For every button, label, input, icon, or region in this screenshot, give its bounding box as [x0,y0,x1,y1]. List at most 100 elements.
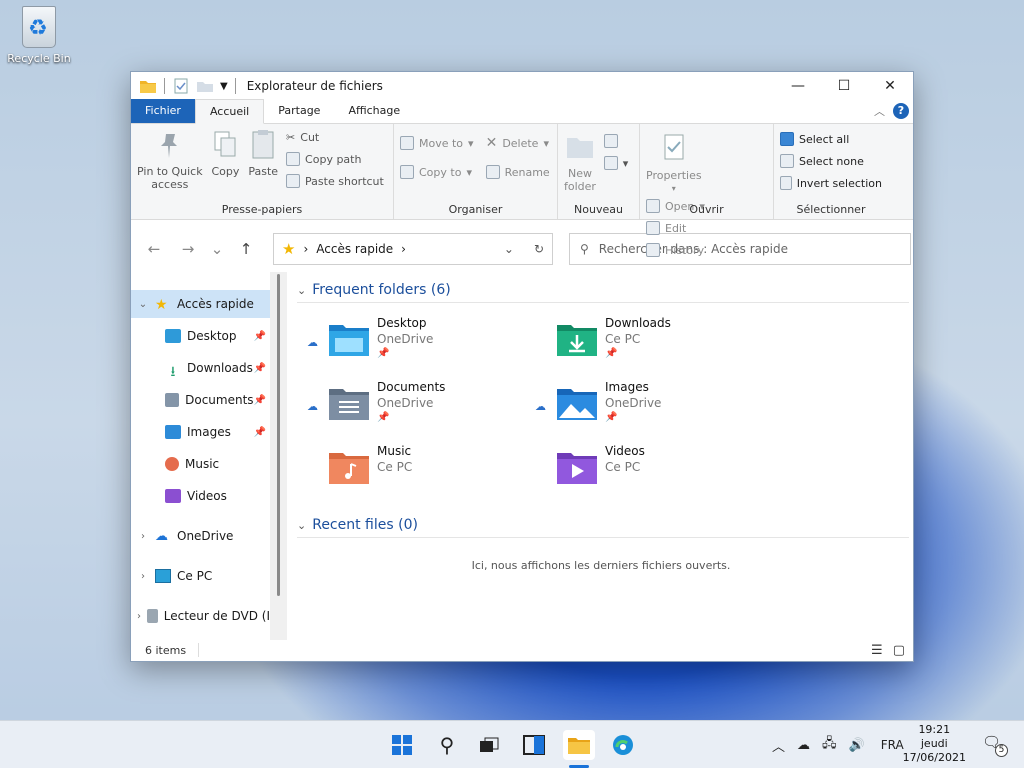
navigation-pane-scrollbar[interactable] [270,272,287,640]
history-label: History [665,243,705,257]
expand-chevron-icon[interactable]: › [131,611,147,622]
expand-chevron-icon[interactable]: › [131,531,155,542]
help-icon[interactable]: ? [893,103,909,119]
rename-button[interactable]: Rename [485,161,550,183]
cut-button[interactable]: ✂ Cut [286,126,384,148]
expand-chevron-icon[interactable]: › [131,571,155,582]
ribbon-tabs: Fichier Accueil Partage Affichage ︿ ? [131,99,913,124]
widgets-button[interactable] [518,730,550,760]
folder-images[interactable]: ☁ Images OneDrive 📌 [535,380,765,438]
folder-icon [568,738,590,754]
back-button[interactable]: ← [139,240,169,258]
breadcrumb[interactable]: Accès rapide [316,242,393,256]
tab-partage[interactable]: Partage [264,99,334,123]
maximize-button[interactable]: ☐ [821,72,867,100]
recent-locations-button[interactable]: ⌄ [207,240,227,258]
customize-quick-access-chevron-icon[interactable]: ▼ [220,81,228,92]
sidebar-item-desktop[interactable]: Desktop 📌 [131,322,270,350]
star-icon: ★ [282,240,296,258]
properties-quick-icon[interactable] [172,78,190,94]
easy-access-button[interactable]: ▾ [603,152,628,174]
copy-path-button[interactable]: Copy path [286,148,384,170]
sidebar-item-this-pc[interactable]: › Ce PC [131,562,270,590]
group-select: Select all Select none Invert selection … [774,124,888,219]
collapse-ribbon-icon[interactable]: ︿ [874,103,885,119]
move-to-button[interactable]: Move to ▾ [400,132,474,154]
breadcrumb-next-chevron-icon[interactable]: › [401,242,406,256]
history-icon [646,243,660,257]
select-none-button[interactable]: Select none [780,150,882,172]
collapse-chevron-icon[interactable]: ⌄ [297,519,306,532]
properties-button[interactable]: Properties ▾ [646,132,702,195]
recycle-bin[interactable]: Recycle Bin [4,6,74,65]
new-folder-button[interactable]: New folder [564,130,596,193]
sidebar-item-videos[interactable]: Videos [131,482,270,510]
search-taskbar-button[interactable]: ⚲ [431,730,463,760]
file-explorer-taskbar-button[interactable] [563,730,595,760]
network-icon[interactable]: 🖧 [822,734,837,756]
ribbon: Pin to Quick access Copy Paste ✂ Cut Copy… [131,124,913,257]
large-icons-view-icon[interactable]: ▢ [893,643,905,658]
invert-selection-button[interactable]: Invert selection [780,172,882,194]
folder-music[interactable]: Music Ce PC [307,444,537,502]
windows-logo-icon [392,735,412,755]
folder-videos[interactable]: Videos Ce PC [535,444,765,502]
frequent-folders-header[interactable]: ⌄ Frequent folders (6) [297,282,909,303]
volume-icon[interactable]: 🔊 [849,738,865,753]
edit-button[interactable]: Edit [646,217,705,239]
start-button[interactable] [386,730,418,760]
copy-to-button[interactable]: Copy to ▾ [400,161,474,183]
pin-to-quick-access-button[interactable]: Pin to Quick access [137,128,203,191]
language-indicator[interactable]: FRA [881,738,904,752]
sidebar-item-onedrive[interactable]: › ☁ OneDrive [131,522,270,550]
paste-shortcut-icon [286,174,301,188]
minimize-button[interactable]: — [775,72,821,100]
show-hidden-icons-chevron-icon[interactable]: ︿ [772,736,785,755]
sidebar-item-documents[interactable]: Documents 📌 [131,386,270,414]
select-all-button[interactable]: Select all [780,128,882,150]
folder-name: Desktop [377,316,427,330]
folder-documents[interactable]: ☁ Documents OneDrive 📌 [307,380,537,438]
group-open: Properties ▾ Open ▾ Edit History Ouvrir [640,124,774,257]
paste-shortcut-button[interactable]: Paste shortcut [286,170,384,192]
tab-accueil[interactable]: Accueil [194,99,265,124]
new-folder-quick-icon[interactable] [196,78,214,94]
forward-button[interactable]: → [173,240,203,258]
sidebar-item-music[interactable]: Music [131,450,270,478]
move-to-label: Move to [419,136,464,150]
search-box[interactable]: ⚲ Rechercher dans : Accès rapide [569,233,911,265]
clock[interactable]: 19:21 jeudi 17/06/2021 [903,723,966,765]
collapse-chevron-icon[interactable]: ⌄ [297,284,306,297]
sidebar-item-downloads[interactable]: ⭳ Downloads 📌 [131,354,270,382]
paste-button[interactable]: Paste [248,128,278,178]
refresh-icon[interactable]: ↻ [534,242,544,256]
task-view-button[interactable] [473,730,505,760]
delete-button[interactable]: ✕ Delete ▾ [486,132,550,154]
details-view-icon[interactable]: ☰ [871,643,883,658]
folder-desktop[interactable]: ☁ Desktop OneDrive 📌 [307,316,537,374]
clock-time: 19:21 [918,723,951,736]
properties-label: Properties [646,169,702,182]
tab-fichier[interactable]: Fichier [131,99,195,123]
close-button[interactable]: ✕ [867,72,913,100]
copy-button[interactable]: Copy [210,128,240,178]
edge-taskbar-button[interactable] [607,730,639,760]
recycle-bin-icon [22,6,56,48]
history-button[interactable]: History [646,239,705,261]
expand-chevron-icon[interactable]: ⌄ [131,299,155,310]
onedrive-tray-icon[interactable]: ☁ [797,738,810,753]
new-item-button[interactable] [603,130,629,152]
sidebar-item-quick-access[interactable]: ⌄ ★ Accès rapide [131,290,270,318]
sidebar-item-images[interactable]: Images 📌 [131,418,270,446]
up-button[interactable]: ↑ [231,240,261,258]
recent-files-header[interactable]: ⌄ Recent files (0) [297,517,909,538]
sidebar-item-dvd[interactable]: › Lecteur de DVD (I [131,602,270,630]
tab-affichage[interactable]: Affichage [334,99,414,123]
address-dropdown-icon[interactable]: ⌄ [504,242,514,256]
pin-icon: 📌 [253,362,266,374]
address-bar[interactable]: ★ › Accès rapide › ⌄ ↻ [273,233,553,265]
edit-icon [646,221,660,235]
notification-center-button[interactable]: 🗨 5 [982,733,1008,757]
edge-icon [613,735,633,755]
folder-downloads[interactable]: Downloads Ce PC 📌 [535,316,765,374]
